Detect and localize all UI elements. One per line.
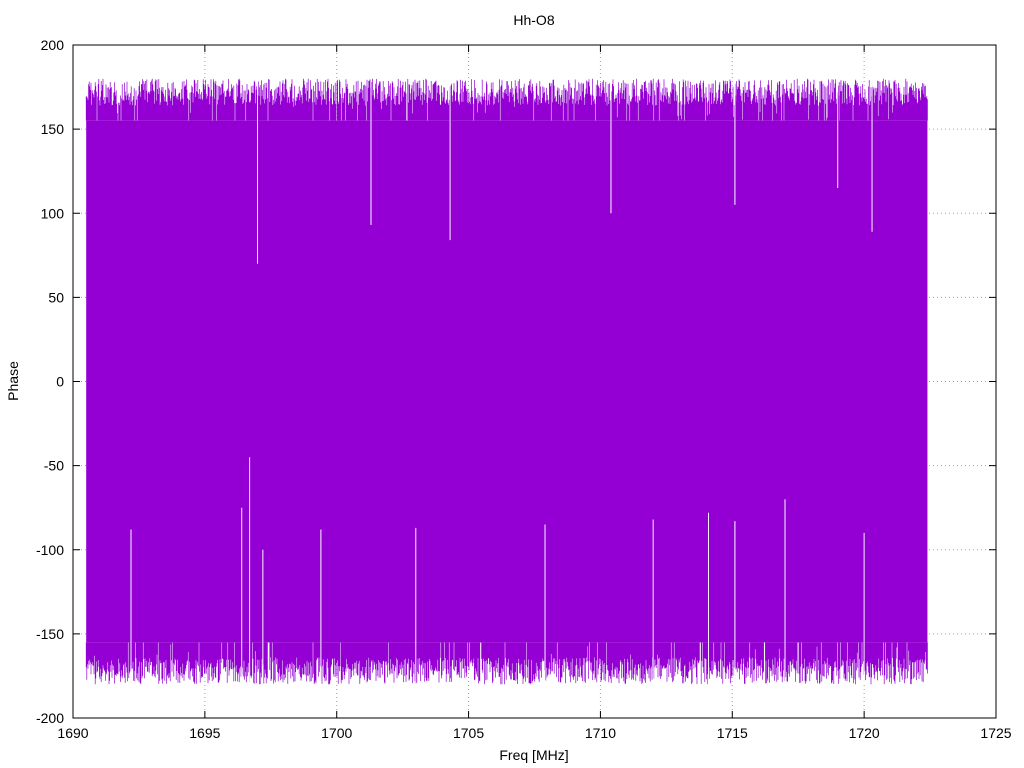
phase-chart: Hh-O8 1690 1695 1700 1705 1710 1715 1720 1725 -2…	[5, 12, 1012, 763]
x-tick-label: 1695	[189, 725, 220, 741]
y-tick-label: 0	[56, 374, 64, 390]
x-tick-label: 1700	[321, 725, 352, 741]
y-axis-title: Phase	[5, 361, 21, 401]
series-layer	[85, 78, 928, 685]
x-tick-label: 1725	[980, 725, 1011, 741]
y-tick-label: 150	[41, 121, 65, 137]
y-tick-label: -100	[36, 542, 64, 558]
y-tick-label: -150	[36, 626, 64, 642]
chart-title: Hh-O8	[513, 12, 554, 28]
y-tick-label: -200	[36, 710, 64, 726]
x-tick-label: 1710	[585, 725, 616, 741]
y-tick-label: 200	[41, 37, 65, 53]
y-tick-label: 100	[41, 205, 65, 221]
y-tick-label: 50	[48, 289, 64, 305]
x-tick-label: 1690	[57, 725, 88, 741]
x-tick-label: 1720	[849, 725, 880, 741]
x-tick-label: 1705	[453, 725, 484, 741]
x-tick-label: 1715	[717, 725, 748, 741]
series-fill	[86, 120, 928, 643]
y-tick-label: -50	[44, 458, 64, 474]
x-axis-title: Freq [MHz]	[499, 747, 568, 763]
